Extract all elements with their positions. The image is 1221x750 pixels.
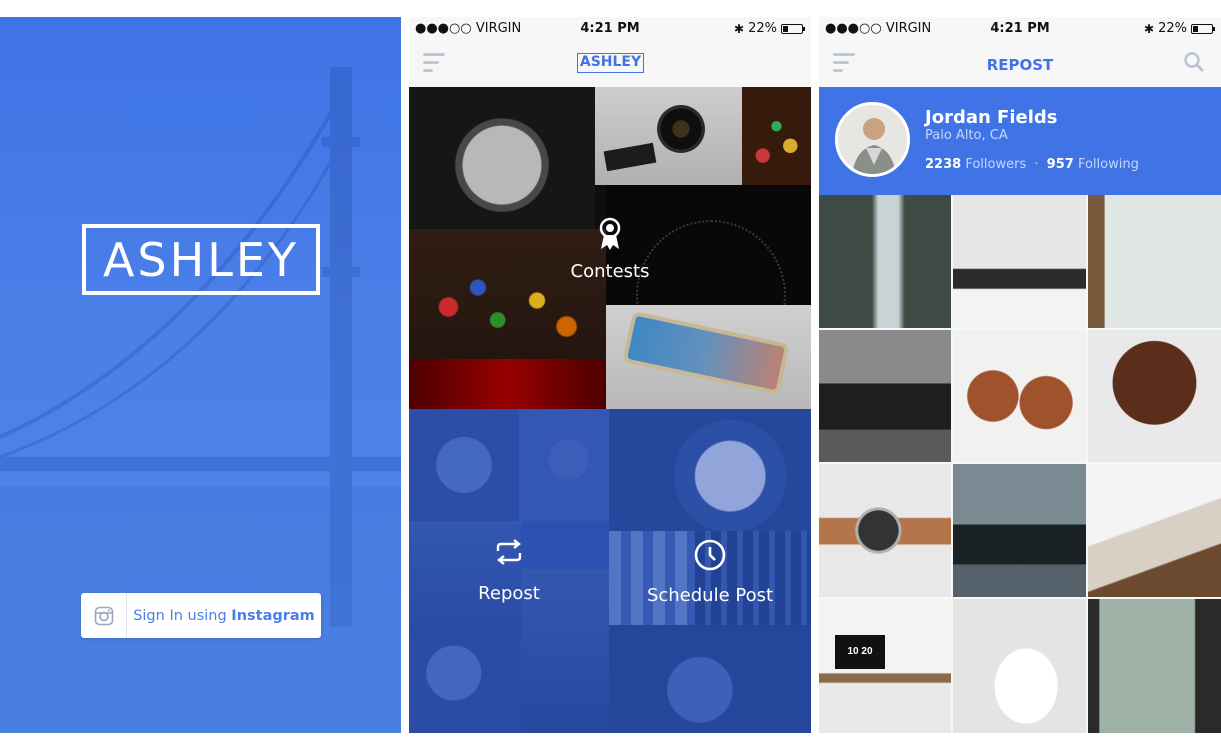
profile-stats: 2238 Followers · 957 Following [925,157,1139,172]
following-count[interactable]: 957 [1047,157,1074,172]
status-bar: ●●●○○ VIRGIN 4:21 PM ✱ 22% [409,17,811,41]
photo-wristwatch[interactable] [819,464,951,597]
signin-screen: ASHLEY Sign In using Instagram [0,17,401,733]
signin-brand: Instagram [231,607,315,624]
schedule-post-tile[interactable]: Schedule Post [609,409,811,733]
photo-chocolate-candy[interactable] [1088,330,1221,462]
photo-white-chair[interactable] [953,599,1086,733]
repost-label: Repost [478,583,540,604]
page-title: REPOST [986,56,1054,74]
status-bar: ●●●○○ VIRGIN 4:21 PM ✱ 22% [819,17,1221,41]
photo-waterfall[interactable] [819,195,951,328]
repost-arrows-icon [496,539,522,565]
contests-tile[interactable]: Contests [409,87,811,409]
photo-interior-lamp[interactable] [1088,195,1221,328]
photo-attic-desk[interactable] [1088,464,1221,597]
signin-prefix: Sign In using [133,607,232,624]
bluetooth-icon: ✱ [1144,21,1155,36]
photo-workspace-imac[interactable]: 10 20 [819,599,951,733]
photo-caption: 10 20 [847,646,873,657]
signin-button-label: Sign In using Instagram [127,608,321,624]
imac-screen: 10 20 [835,635,885,669]
battery-percent: 22% [748,21,777,36]
bluetooth-icon: ✱ [734,21,745,36]
battery-status: ✱ 22% [734,21,805,36]
header-logo: ASHLEY [577,53,644,73]
stats-separator: · [1034,157,1039,172]
profile-header: Jordan Fields Palo Alto, CA 2238 Followe… [819,87,1221,195]
menu-icon[interactable] [423,53,445,73]
photo-food-toast[interactable] [953,330,1086,462]
schedule-overlay [609,409,811,733]
search-icon[interactable] [1183,51,1205,73]
ribbon-award-icon [599,217,621,250]
photo-sports-car[interactable] [953,464,1086,597]
battery-icon [1191,23,1215,34]
clock-icon [694,539,726,571]
signin-instagram-button[interactable]: Sign In using Instagram [81,593,321,638]
instagram-icon [81,593,127,638]
followers-count[interactable]: 2238 [925,157,961,172]
repost-tile[interactable]: Repost [409,409,609,733]
photo-grid: 10 20 [819,195,1221,733]
dashboard-screen: ●●●○○ VIRGIN 4:21 PM ✱ 22% ASHLEY Contes… [409,17,811,733]
profile-location: Palo Alto, CA [925,128,1008,143]
ashley-logo: ASHLEY [82,224,320,295]
battery-status: ✱ 22% [1144,21,1215,36]
schedule-post-label: Schedule Post [646,585,774,606]
avatar[interactable] [835,102,910,177]
photo-bedroom[interactable] [953,195,1086,328]
logo-text: ASHLEY [102,232,300,287]
profile-screen: ●●●○○ VIRGIN 4:21 PM ✱ 22% REPOST Jordan… [819,17,1221,733]
repost-overlay [409,409,609,733]
battery-icon [781,23,805,34]
followers-label[interactable]: Followers [965,157,1026,172]
profile-name: Jordan Fields [925,107,1058,128]
photo-vintage-car[interactable] [819,330,951,462]
battery-percent: 22% [1158,21,1187,36]
photo-living-room[interactable] [1088,599,1221,733]
contests-label: Contests [570,261,650,282]
feature-tiles: Contests Repost Schedule Post [409,87,811,733]
following-label[interactable]: Following [1078,157,1139,172]
